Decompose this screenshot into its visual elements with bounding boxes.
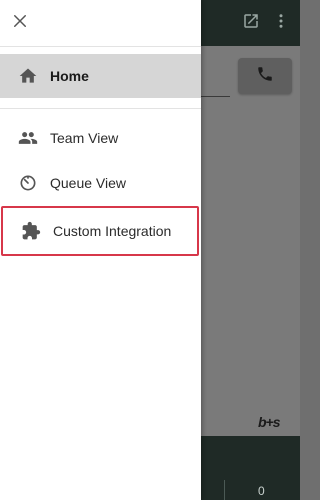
bottom-divider — [224, 480, 225, 500]
open-in-new-icon[interactable] — [242, 12, 260, 30]
menu-item-label: Team View — [50, 130, 119, 146]
more-vert-icon[interactable] — [272, 12, 290, 30]
navigation-drawer: Home Team View Queue View Custom Integra… — [0, 0, 201, 500]
brand-logo: b+s — [258, 414, 281, 430]
menu-item-team-view[interactable]: Team View — [0, 116, 201, 160]
menu-item-label: Queue View — [50, 175, 127, 191]
people-icon — [16, 126, 40, 150]
close-icon — [11, 12, 29, 35]
drawer-divider-mid — [0, 108, 201, 109]
menu-item-custom-integration[interactable]: Custom Integration — [1, 206, 199, 256]
phone-button[interactable] — [238, 58, 292, 94]
top-actions — [242, 12, 290, 30]
home-icon — [16, 64, 40, 88]
timer-icon — [16, 171, 40, 195]
puzzle-icon — [19, 219, 43, 243]
menu-item-label: Custom Integration — [53, 223, 172, 239]
menu-item-label: Home — [50, 68, 89, 84]
menu-item-home[interactable]: Home — [0, 54, 201, 98]
drawer-divider-top — [0, 46, 201, 47]
phone-icon — [256, 65, 274, 88]
bottom-count: 0 — [258, 484, 265, 498]
menu-item-queue-view[interactable]: Queue View — [0, 161, 201, 205]
input-underline — [200, 96, 230, 97]
close-button[interactable] — [8, 11, 32, 35]
